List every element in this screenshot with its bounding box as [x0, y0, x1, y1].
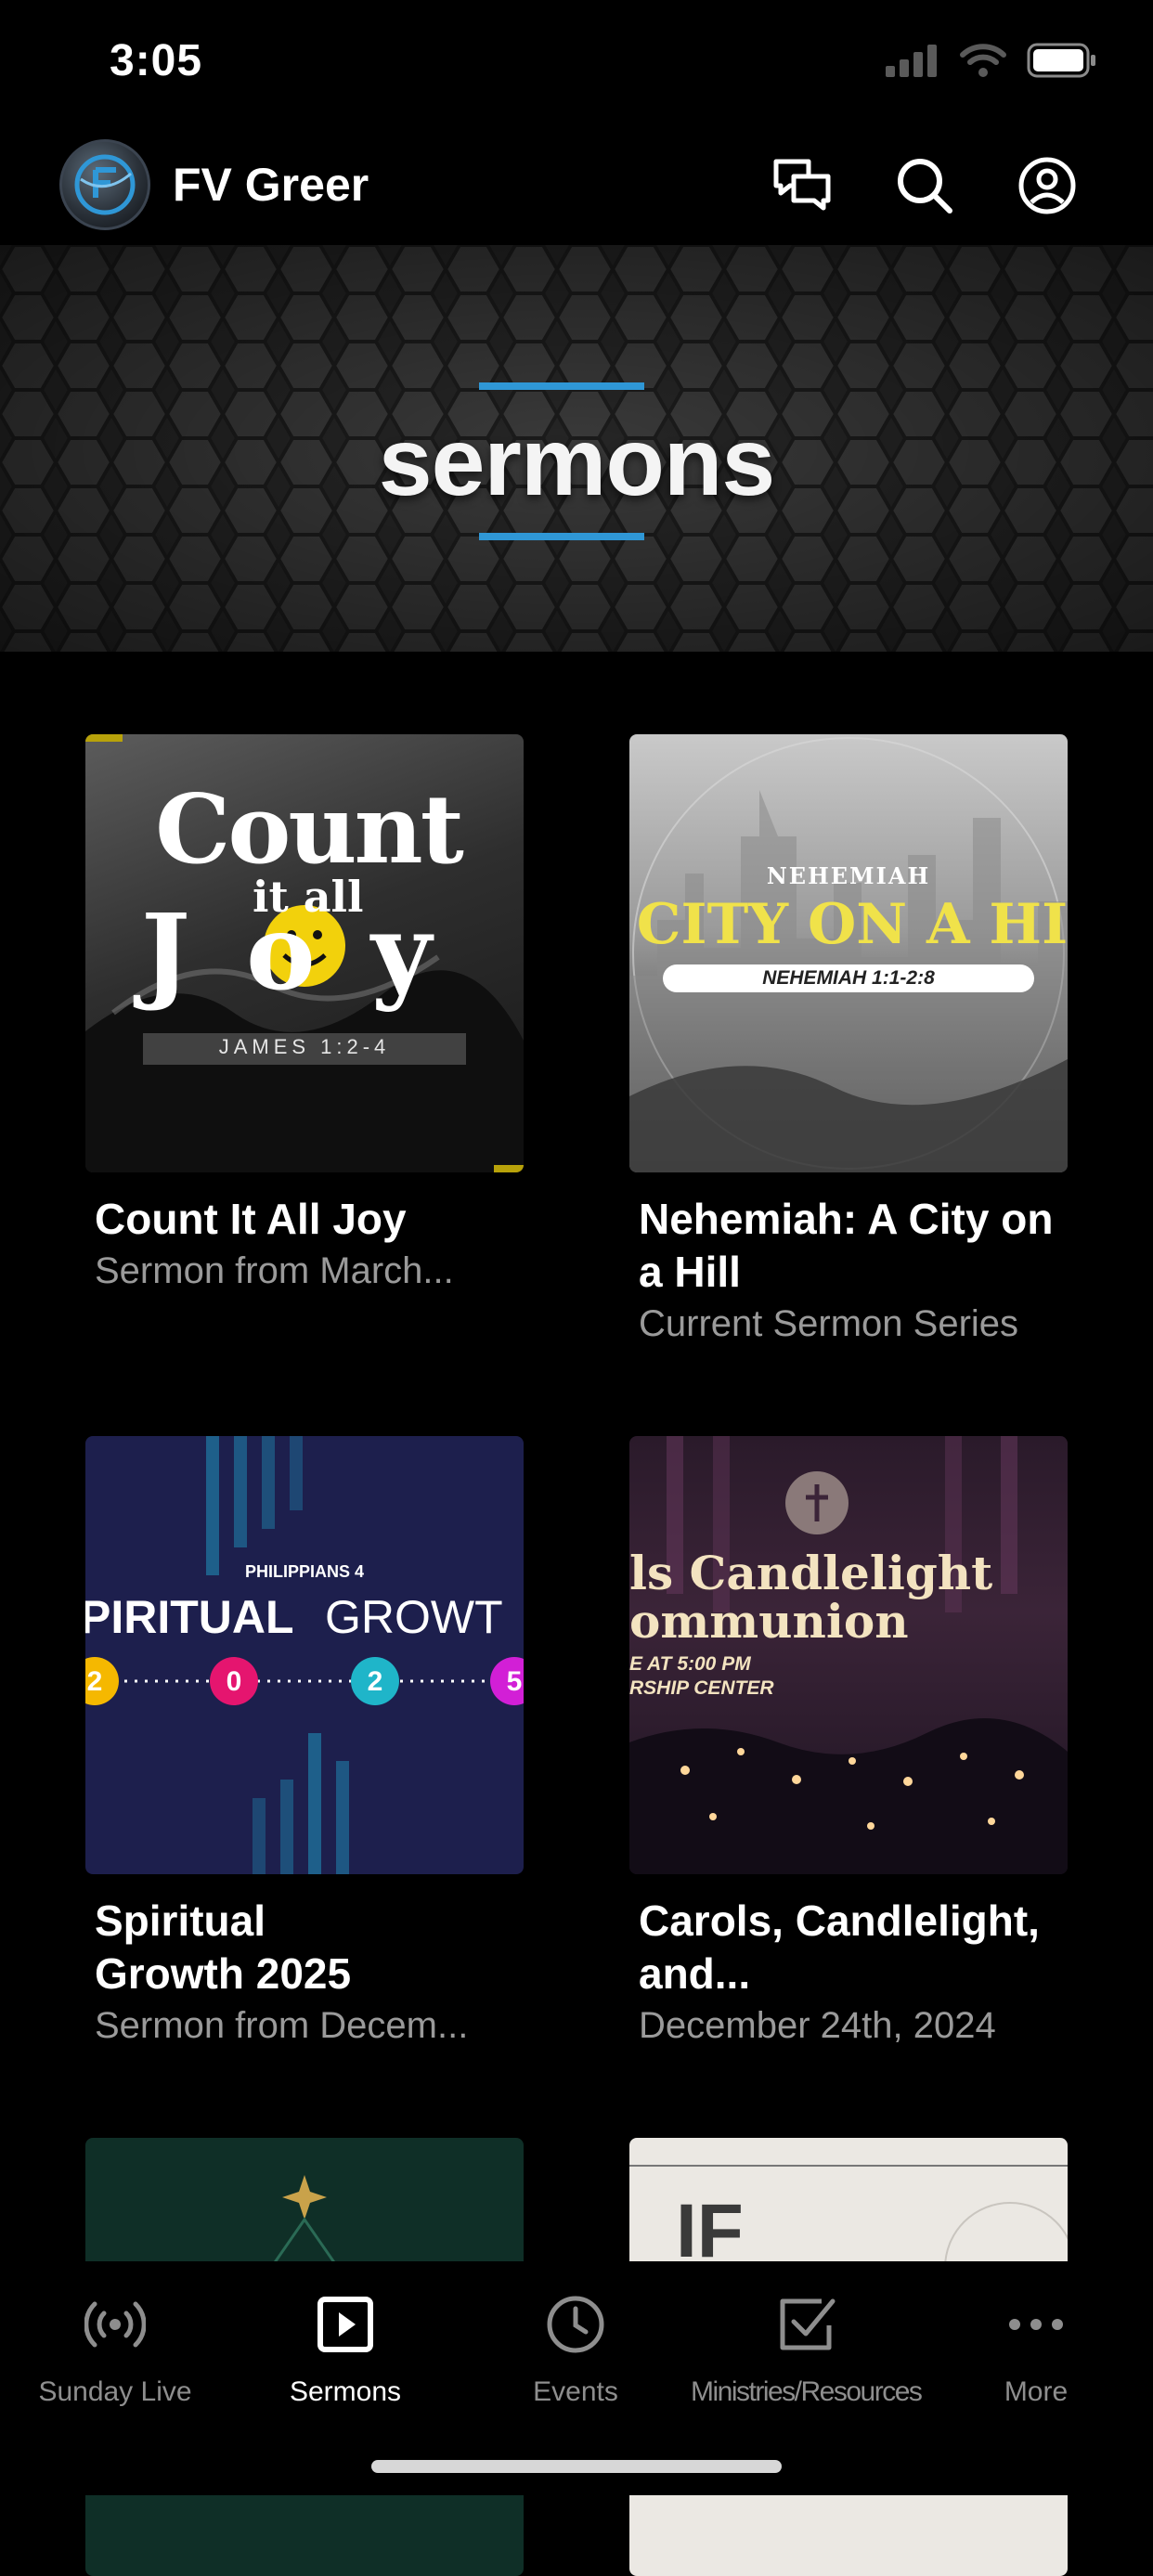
sermon-title: Count It All Joy — [95, 1195, 407, 1243]
app-header: FV Greer — [0, 130, 1153, 245]
sermon-artwork[interactable]: PHILIPPIANS 4 PIRITUAL GROWT 2 0 2 5 — [85, 1436, 524, 1874]
home-indicator — [371, 2460, 782, 2473]
banner-top-accent-line — [479, 382, 644, 390]
tab-ministries-resources[interactable]: Ministries/Resources — [691, 2289, 923, 2408]
sermon-subtitle: Sermon from March... — [95, 1250, 454, 1291]
checkbox-icon — [780, 2298, 836, 2350]
banner-title: sermons — [378, 408, 776, 516]
art-digit: 5 — [506, 1666, 523, 1697]
chat-button[interactable] — [765, 149, 839, 223]
tab-more[interactable]: More — [921, 2289, 1151, 2408]
sermon-card[interactable]: ls Candlelight ommunion E AT 5:00 PM RSH… — [629, 1436, 1068, 2051]
profile-button[interactable] — [1010, 149, 1084, 223]
app-title: FV Greer — [173, 159, 369, 211]
status-time: 3:05 — [110, 36, 203, 85]
art-scripture-ref: JAMES 1:2-4 — [218, 1035, 391, 1058]
art-line-time: E AT 5:00 PM — [629, 1653, 751, 1675]
sermon-subtitle: December 24th, 2024 — [639, 2005, 996, 2046]
tab-label: Ministries/Resources — [691, 2376, 923, 2407]
wifi-icon — [960, 44, 1006, 77]
tab-sunday-live[interactable]: Sunday Live — [0, 2289, 230, 2408]
sermon-card[interactable]: Count it all Joy JAMES 1:2-4 Count It Al… — [85, 734, 524, 1296]
tab-label: Sunday Live — [38, 2376, 192, 2407]
tab-label: More — [1004, 2376, 1069, 2407]
chat-icon — [773, 159, 831, 211]
tab-sermons[interactable]: Sermons — [230, 2289, 460, 2408]
church-logo-avatar[interactable] — [59, 139, 150, 230]
search-button[interactable] — [887, 149, 962, 223]
spiritual-growth-artwork — [85, 1436, 524, 1874]
search-icon — [898, 159, 952, 214]
art-line-joy: Joy — [141, 892, 487, 1014]
art-digit: 0 — [226, 1666, 242, 1697]
clock-icon — [547, 2296, 604, 2353]
battery-icon — [1027, 43, 1095, 78]
tab-label: Sermons — [289, 2376, 402, 2407]
sermon-artwork[interactable]: ls Candlelight ommunion E AT 5:00 PM RSH… — [629, 1436, 1068, 1874]
status-bar: 3:05 — [0, 0, 1153, 130]
sermons-banner: sermons — [0, 245, 1153, 652]
sermon-title: Spiritual Growth 2025 — [95, 1896, 352, 1998]
sermon-title: Carols, Candlelight, and... — [639, 1896, 1040, 1998]
tab-events[interactable]: Events — [460, 2289, 691, 2408]
art-word-spiritual: PIRITUAL — [85, 1591, 294, 1643]
art-kicker: PHILIPPIANS 4 — [244, 1562, 365, 1581]
art-line-communion: ommunion — [629, 1594, 909, 1649]
art-scripture-ref: NEHEMIAH 1:1-2:8 — [762, 967, 935, 989]
sermon-artwork[interactable]: NEHEMIAH CITY ON A HI NEHEMIAH 1:1-2:8 — [629, 734, 1068, 1172]
art-kicker: NEHEMIAH — [766, 862, 931, 889]
art-word-growth: GROWT — [325, 1591, 503, 1643]
art-digit: 2 — [86, 1666, 103, 1697]
profile-icon — [1018, 157, 1076, 214]
more-dots-icon — [1009, 2319, 1063, 2330]
sermon-subtitle: Sermon from Decem... — [95, 2005, 469, 2046]
art-line-candlelight: ls Candlelight — [629, 1546, 993, 1600]
banner-bottom-accent-line — [479, 533, 644, 540]
art-headline: CITY ON A HI — [636, 892, 1068, 957]
tab-label: Events — [533, 2376, 618, 2407]
sermon-title: Nehemiah: A City on a Hill — [639, 1195, 1054, 1296]
art-line-location: RSHIP CENTER — [629, 1677, 774, 1699]
sermon-card[interactable]: NEHEMIAH CITY ON A HI NEHEMIAH 1:1-2:8 N… — [629, 734, 1068, 1349]
sermon-subtitle: Current Sermon Series — [639, 1303, 1019, 1344]
cellular-signal-icon — [886, 45, 937, 77]
art-digit: 2 — [367, 1666, 383, 1697]
play-square-icon — [317, 2297, 373, 2352]
sermon-card[interactable]: PHILIPPIANS 4 PIRITUAL GROWT 2 0 2 5 Spi… — [85, 1436, 524, 2051]
status-icons — [886, 43, 1097, 78]
art-line-count: Count — [155, 774, 464, 886]
broadcast-icon — [84, 2301, 146, 2348]
church-logo-icon — [74, 154, 136, 215]
sermon-artwork[interactable]: Count it all Joy JAMES 1:2-4 — [85, 734, 524, 1172]
